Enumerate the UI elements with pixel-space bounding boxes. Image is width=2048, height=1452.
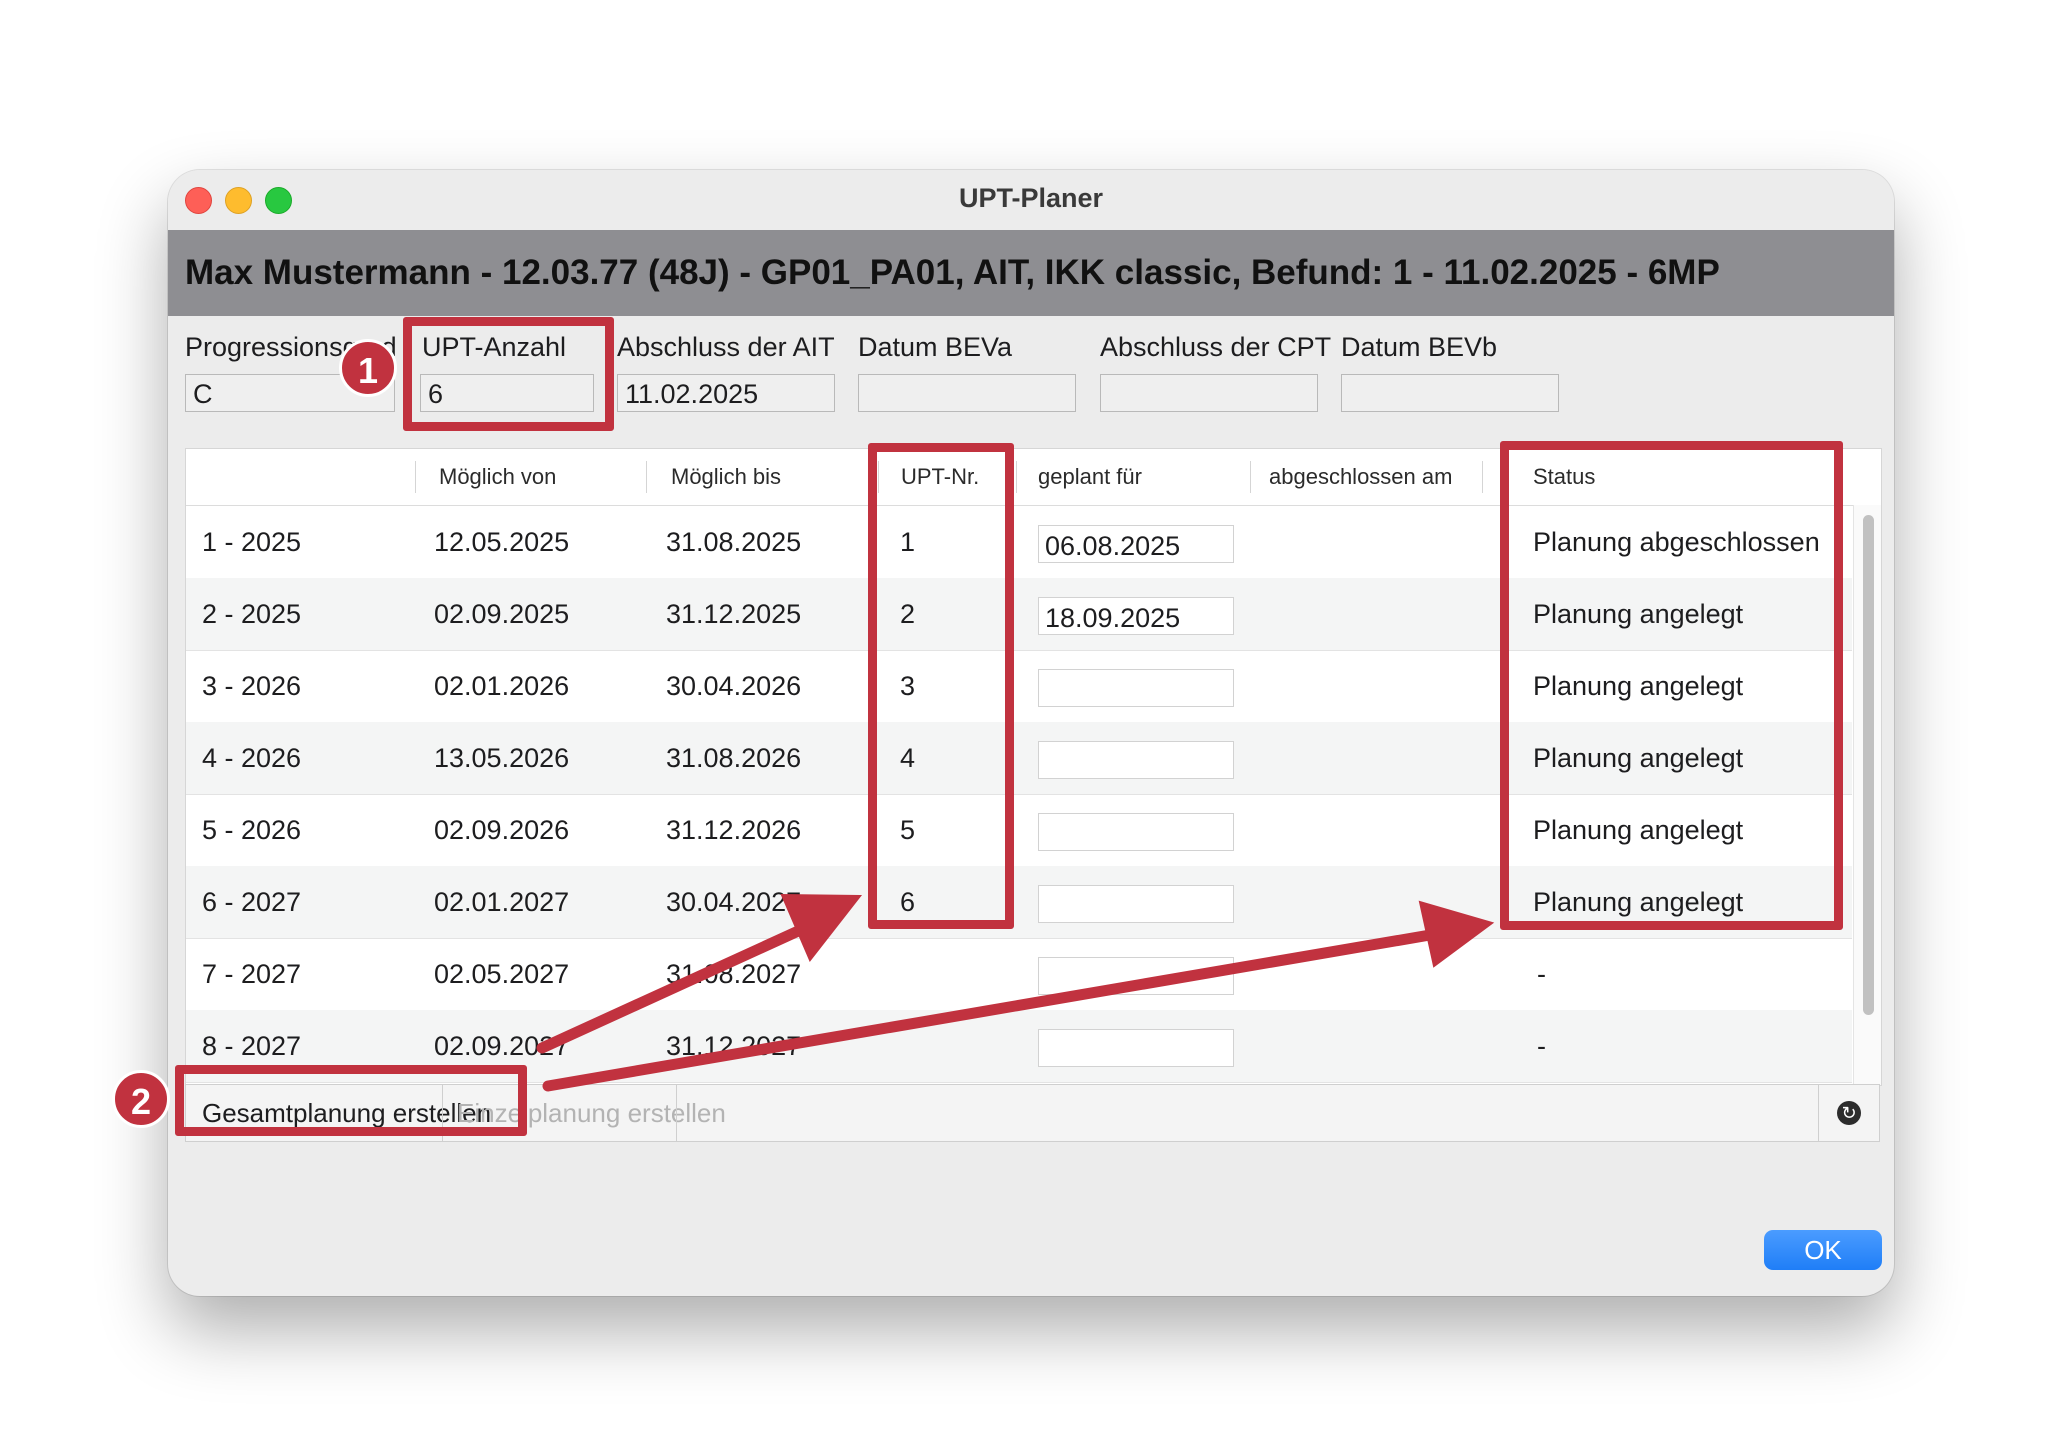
highlight-gesamtplanung bbox=[175, 1065, 527, 1136]
geplant-fuer-input[interactable] bbox=[1038, 957, 1234, 995]
highlight-status-column bbox=[1500, 441, 1843, 930]
table-row[interactable]: 7 - 2027 02.05.2027 31.08.2027 - bbox=[186, 938, 1852, 1011]
row-name: 2 - 2025 bbox=[202, 599, 302, 629]
refresh-button[interactable]: ↻ bbox=[1818, 1085, 1879, 1141]
row-moeglich-von: 02.01.2027 bbox=[434, 887, 570, 917]
row-moeglich-bis: 31.08.2027 bbox=[666, 959, 802, 989]
row-moeglich-bis: 31.12.2027 bbox=[666, 1031, 802, 1061]
row-status: - bbox=[1537, 959, 1546, 989]
toolbar-separator bbox=[676, 1085, 677, 1141]
row-moeglich-bis: 31.08.2026 bbox=[666, 743, 802, 773]
row-moeglich-von: 02.05.2027 bbox=[434, 959, 570, 989]
row-moeglich-von: 13.05.2026 bbox=[434, 743, 570, 773]
abschluss-cpt-field[interactable] bbox=[1100, 374, 1318, 412]
column-separator bbox=[1482, 461, 1483, 493]
column-header-moeglich-von[interactable]: Möglich von bbox=[439, 449, 556, 505]
datum-bevb-field[interactable] bbox=[1341, 374, 1559, 412]
table-scrollbar[interactable] bbox=[1853, 505, 1881, 1085]
refresh-icon: ↻ bbox=[1837, 1101, 1861, 1125]
column-header-geplant-fuer[interactable]: geplant für bbox=[1038, 449, 1142, 505]
row-moeglich-bis: 31.12.2026 bbox=[666, 815, 802, 845]
geplant-fuer-input[interactable] bbox=[1038, 1029, 1234, 1067]
datum-beva-field[interactable] bbox=[858, 374, 1076, 412]
abschluss-ait-field[interactable]: 11.02.2025 bbox=[617, 374, 835, 412]
geplant-fuer-input[interactable] bbox=[1038, 741, 1234, 779]
scrollbar-thumb[interactable] bbox=[1863, 515, 1874, 1015]
geplant-fuer-input[interactable] bbox=[1038, 885, 1234, 923]
row-name: 1 - 2025 bbox=[202, 527, 302, 557]
datum-bevb-label: Datum BEVb bbox=[1341, 332, 1498, 362]
row-status: - bbox=[1537, 1031, 1546, 1061]
datum-beva-label: Datum BEVa bbox=[858, 332, 1013, 362]
column-separator bbox=[646, 461, 647, 493]
row-moeglich-bis: 31.12.2025 bbox=[666, 599, 802, 629]
geplant-fuer-input[interactable] bbox=[1038, 813, 1234, 851]
row-name: 6 - 2027 bbox=[202, 887, 302, 917]
window-title: UPT-Planer bbox=[958, 183, 1104, 213]
geplant-fuer-input[interactable]: 06.08.2025 bbox=[1038, 525, 1234, 563]
row-moeglich-von: 02.09.2025 bbox=[434, 599, 570, 629]
column-header-moeglich-bis[interactable]: Möglich bis bbox=[671, 449, 781, 505]
row-moeglich-von: 02.01.2026 bbox=[434, 671, 570, 701]
abschluss-ait-label: Abschluss der AIT bbox=[617, 332, 835, 362]
highlight-upt-nr-column bbox=[868, 443, 1014, 929]
geplant-fuer-input[interactable] bbox=[1038, 669, 1234, 707]
row-name: 5 - 2026 bbox=[202, 815, 302, 845]
row-moeglich-bis: 31.08.2025 bbox=[666, 527, 802, 557]
geplant-fuer-input[interactable]: 18.09.2025 bbox=[1038, 597, 1234, 635]
row-name: 4 - 2026 bbox=[202, 743, 302, 773]
row-moeglich-bis: 30.04.2027 bbox=[666, 887, 802, 917]
row-moeglich-bis: 30.04.2026 bbox=[666, 671, 802, 701]
annotation-badge-1: 1 bbox=[339, 339, 397, 397]
title-bar: UPT-Planer bbox=[168, 170, 1894, 230]
row-moeglich-von: 12.05.2025 bbox=[434, 527, 570, 557]
row-moeglich-von: 02.09.2026 bbox=[434, 815, 570, 845]
abschluss-cpt-label: Abschluss der CPT bbox=[1100, 332, 1332, 362]
column-separator bbox=[415, 461, 416, 493]
patient-header: Max Mustermann - 12.03.77 (48J) - GP01_P… bbox=[168, 230, 1894, 316]
column-header-abgeschlossen-am[interactable]: abgeschlossen am bbox=[1269, 449, 1452, 505]
annotation-badge-2: 2 bbox=[112, 1070, 170, 1128]
ok-button[interactable]: OK bbox=[1764, 1230, 1882, 1270]
column-separator bbox=[1016, 461, 1017, 493]
row-name: 3 - 2026 bbox=[202, 671, 302, 701]
column-separator bbox=[1250, 461, 1251, 493]
row-name: 7 - 2027 bbox=[202, 959, 302, 989]
highlight-upt-anzahl bbox=[403, 317, 614, 431]
